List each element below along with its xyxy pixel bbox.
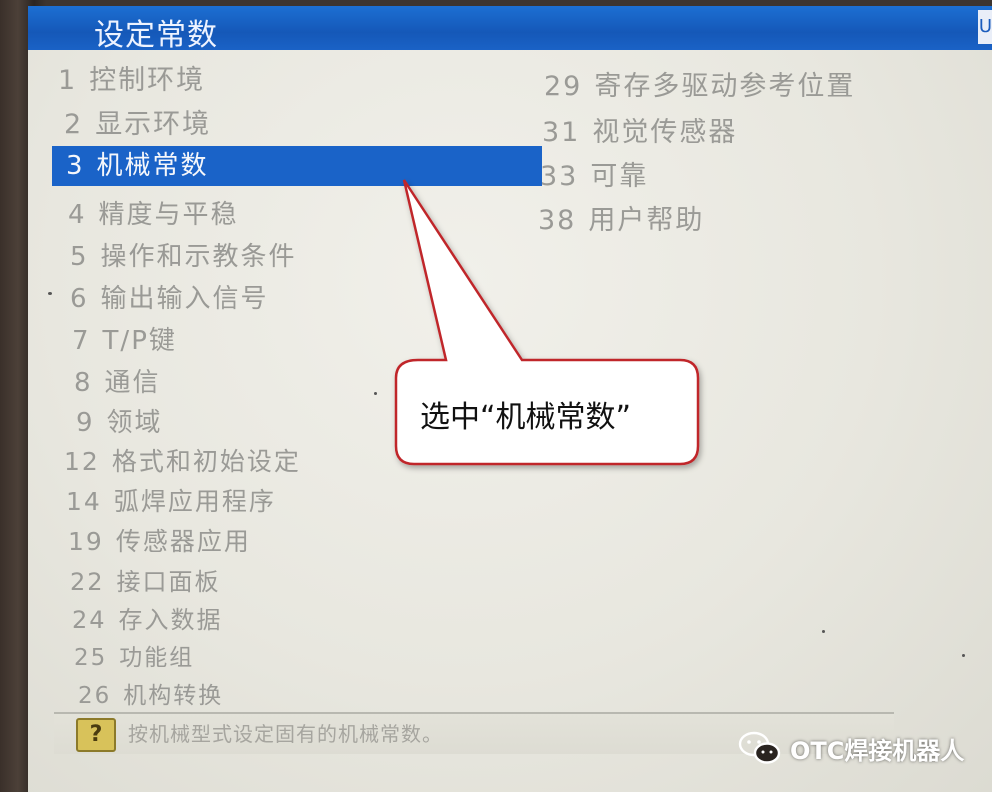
menu-item-number: 3 bbox=[66, 151, 85, 181]
menu-item-label: T/P键 bbox=[102, 326, 177, 356]
menu-item-14[interactable]: 14 弧焊应用程序 bbox=[66, 482, 276, 518]
menu-item-label: 视觉传感器 bbox=[592, 117, 738, 148]
menu-item-number: 4 bbox=[68, 200, 87, 230]
menu-item-26[interactable]: 26 机构转换 bbox=[78, 676, 223, 710]
watermark-text: OTC焊接机器人 bbox=[790, 736, 965, 765]
watermark: OTC焊接机器人 bbox=[738, 728, 964, 768]
menu-item-8[interactable]: 8 通信 bbox=[74, 362, 161, 399]
status-help-text: 按机械型式设定固有的机械常数。 bbox=[128, 722, 443, 746]
menu-item-number: 7 bbox=[72, 326, 91, 356]
menu-item-label: 传感器应用 bbox=[115, 527, 251, 556]
menu-item-label: 显示环境 bbox=[95, 109, 212, 140]
wechat-icon bbox=[738, 731, 781, 764]
menu-item-label: 格式和初始设定 bbox=[111, 447, 301, 476]
menu-item-number: 26 bbox=[78, 683, 112, 709]
menu-item-24[interactable]: 24 存入数据 bbox=[72, 600, 223, 635]
menu-item-31[interactable]: 31 视觉传感器 bbox=[542, 110, 737, 149]
screen-speck bbox=[822, 630, 825, 633]
menu-item-number: 31 bbox=[542, 117, 581, 148]
menu-item-number: 14 bbox=[66, 487, 102, 516]
menu-item-number: 5 bbox=[70, 242, 89, 272]
menu-item-4[interactable]: 4 精度与平稳 bbox=[68, 194, 239, 231]
menu-item-number: 9 bbox=[76, 408, 95, 438]
menu-item-12[interactable]: 12 格式和初始设定 bbox=[64, 442, 301, 478]
menu-item-label: 存入数据 bbox=[118, 606, 223, 634]
screen-speck bbox=[48, 292, 52, 295]
menu-item-number: 33 bbox=[540, 161, 579, 192]
menu-item-label: 弧焊应用程序 bbox=[113, 487, 276, 516]
menu-item-label: 可靠 bbox=[590, 161, 649, 192]
menu-item-number: 22 bbox=[70, 568, 105, 596]
menu-item-number: 1 bbox=[58, 65, 78, 96]
menu-item-5[interactable]: 5 操作和示教条件 bbox=[70, 236, 297, 273]
menu-item-label: 机构转换 bbox=[123, 683, 224, 709]
title-bar: 设定常数 U bbox=[28, 6, 992, 53]
menu-item-number: 25 bbox=[74, 645, 108, 671]
window-title: 设定常数 bbox=[94, 18, 218, 53]
menu-item-number: 8 bbox=[74, 368, 93, 398]
menu-item-label: 功能组 bbox=[119, 645, 195, 671]
menu-item-label: 操作和示教条件 bbox=[100, 242, 297, 272]
callout-text: 选中“机械常数” bbox=[420, 400, 632, 435]
menu-item-1[interactable]: 1 控制环境 bbox=[58, 58, 205, 97]
screen-speck bbox=[374, 392, 377, 395]
menu-item-number: 6 bbox=[70, 284, 89, 314]
title-badge: U bbox=[978, 10, 992, 44]
menu-item-label: 领域 bbox=[106, 408, 163, 438]
menu-item-label: 精度与平稳 bbox=[98, 200, 239, 230]
menu-item-label: 接口面板 bbox=[116, 568, 221, 596]
menu-item-number: 12 bbox=[64, 447, 100, 476]
menu-item-label: 寄存多驱动参考位置 bbox=[594, 71, 856, 102]
menu-item-33[interactable]: 33 可靠 bbox=[540, 154, 648, 193]
menu-item-number: 2 bbox=[64, 109, 84, 140]
help-icon[interactable]: ? bbox=[76, 718, 116, 752]
screen-speck bbox=[962, 654, 965, 657]
menu-item-label: 通信 bbox=[104, 368, 161, 398]
menu-item-19[interactable]: 19 传感器应用 bbox=[68, 522, 251, 558]
menu-item-number: 19 bbox=[68, 527, 104, 556]
menu-item-9[interactable]: 9 领域 bbox=[76, 402, 163, 439]
menu-item-label: 用户帮助 bbox=[588, 205, 705, 236]
menu-item-label: 控制环境 bbox=[89, 65, 206, 96]
menu-item-29[interactable]: 29 寄存多驱动参考位置 bbox=[544, 64, 855, 103]
menu-item-label: 输出输入信号 bbox=[100, 284, 269, 314]
menu-item-label: 机械常数 bbox=[96, 151, 209, 181]
menu-item-25[interactable]: 25 功能组 bbox=[74, 638, 194, 672]
menu-item-3-selected[interactable]: 3 机械常数 bbox=[52, 146, 542, 186]
menu-item-2[interactable]: 2 显示环境 bbox=[64, 102, 211, 141]
menu-item-number: 38 bbox=[538, 205, 577, 236]
menu-item-22[interactable]: 22 接口面板 bbox=[70, 562, 221, 597]
menu-item-number: 24 bbox=[72, 606, 107, 634]
menu-item-38[interactable]: 38 用户帮助 bbox=[538, 198, 704, 237]
menu-item-number: 29 bbox=[544, 71, 583, 102]
menu-item-6[interactable]: 6 输出输入信号 bbox=[70, 278, 269, 315]
menu-item-7[interactable]: 7 T/P键 bbox=[72, 320, 177, 357]
